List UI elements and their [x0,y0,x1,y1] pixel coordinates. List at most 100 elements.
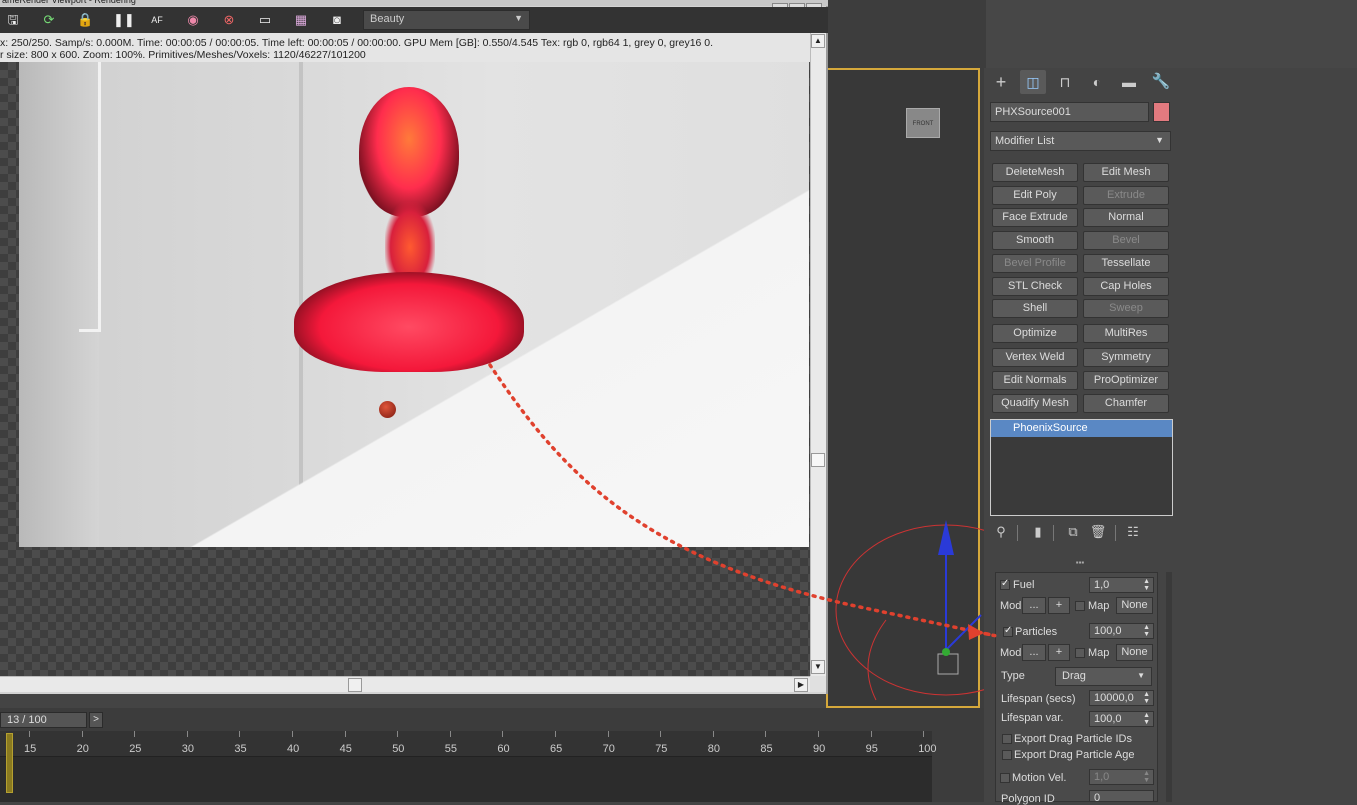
modifier-button-stl-check[interactable]: STL Check [992,277,1078,296]
viewcube[interactable]: FRONT [906,108,940,138]
frame-counter[interactable]: 13 / 100 [0,712,87,728]
modifier-button-multires[interactable]: MultiRes [1083,324,1169,343]
color-wheel-icon[interactable]: ◉ [185,12,201,28]
time-slider[interactable] [6,733,13,793]
motion-vel-label: Motion Vel. [1012,772,1067,784]
bust-shoulders [294,272,524,372]
pause-icon[interactable]: ❚❚ [113,12,135,28]
fuel-spinner[interactable]: 1,0 ▲ ▼ [1089,577,1154,593]
modifier-button-deletemesh[interactable]: DeleteMesh [992,163,1078,182]
rollout-scrollbar[interactable] [1166,572,1172,802]
create-icon[interactable]: + [988,70,1014,94]
modifier-button-bevel[interactable]: Bevel [1083,231,1169,250]
vertical-scrollbar[interactable]: ▲ ▼ [810,33,826,676]
motion-vel-checkbox[interactable] [1000,773,1010,783]
object-name-field[interactable]: PHXSource001 [990,102,1149,122]
modifier-button-smooth[interactable]: Smooth [992,231,1078,250]
scroll-thumb[interactable] [811,453,825,467]
configure-sets-icon[interactable]: ☷ [1124,524,1142,542]
utilities-icon[interactable]: 🔧 [1148,70,1174,94]
modifier-button-sweep[interactable]: Sweep [1083,299,1169,318]
modifier-button-symmetry[interactable]: Symmetry [1083,348,1169,367]
next-frame-button[interactable]: > [89,712,103,728]
modifier-button-quadify-mesh[interactable]: Quadify Mesh [992,394,1078,413]
spinner-arrows-icon[interactable]: ▲ ▼ [1143,712,1150,726]
horizontal-scrollbar[interactable]: ▶ [0,676,810,692]
modifier-list-dropdown[interactable]: Modifier List ▼ [990,131,1171,151]
display-icon[interactable]: ▬ [1116,70,1142,94]
motion-icon[interactable]: ◐ [1084,70,1110,94]
particles-mod-add-button[interactable]: + [1048,644,1070,661]
tick-label: 15 [24,743,37,755]
modifier-button-tessellate[interactable]: Tessellate [1083,254,1169,273]
modify-icon[interactable]: ◫ [1020,70,1046,94]
spinner-arrows-icon[interactable]: ▲ ▼ [1143,770,1150,784]
modifier-button-edit-mesh[interactable]: Edit Mesh [1083,163,1169,182]
fuel-mod-add-button[interactable]: + [1048,597,1070,614]
scroll-down-icon[interactable]: ▼ [811,660,825,674]
scroll-right-icon[interactable]: ▶ [794,678,808,692]
tick-label: 40 [287,743,300,755]
hierarchy-icon[interactable]: ⊓ [1052,70,1078,94]
spinner-arrows-icon[interactable]: ▲ ▼ [1143,691,1150,705]
scroll-up-icon[interactable]: ▲ [811,34,825,48]
pin-stack-icon[interactable]: ⚲ [992,524,1010,542]
monitor-icon[interactable]: ▭ [257,12,273,28]
no-region-icon[interactable]: ⊗ [221,12,237,28]
fuel-map-checkbox[interactable] [1075,601,1085,611]
particles-map-checkbox[interactable] [1075,648,1085,658]
refresh-icon[interactable]: ⟳ [41,12,57,28]
window-buttons [772,0,826,9]
object-color-swatch[interactable] [1153,102,1170,122]
modifier-button-bevel-profile[interactable]: Bevel Profile [992,254,1078,273]
panel-grip[interactable]: ▪▪▪ [1072,558,1088,567]
render-canvas[interactable] [0,62,810,676]
hscroll-thumb[interactable] [348,678,362,692]
particles-checkbox[interactable] [1003,625,1013,637]
modifier-button-cap-holes[interactable]: Cap Holes [1083,277,1169,296]
tick-mark [712,731,714,737]
particles-map-label: Map [1088,647,1110,659]
show-end-result-icon[interactable]: ▮ [1029,524,1047,542]
modifier-button-extrude[interactable]: Extrude [1083,186,1169,205]
fuel-checkbox[interactable] [1000,578,1010,590]
af-icon[interactable]: AF [149,12,165,28]
ember-sphere [379,401,396,418]
polygon-id-spinner[interactable]: 0 [1089,790,1154,802]
lifespan-var-spinner[interactable]: 100,0 ▲ ▼ [1089,711,1154,727]
modifier-button-edit-poly[interactable]: Edit Poly [992,186,1078,205]
modifier-button-optimize[interactable]: Optimize [992,324,1078,343]
history-icon[interactable]: ▦ [293,12,309,28]
particles-map-button[interactable]: None [1116,644,1153,661]
remove-modifier-icon[interactable]: 🗑 [1089,524,1107,542]
export-age-checkbox[interactable] [1002,750,1012,760]
make-unique-icon[interactable]: ⧉ [1064,524,1082,542]
export-ids-checkbox[interactable] [1002,734,1012,744]
particles-mod-dots-button[interactable]: ... [1022,644,1046,661]
modifier-button-face-extrude[interactable]: Face Extrude [992,208,1078,227]
modifier-button-chamfer[interactable]: Chamfer [1083,394,1169,413]
camera-icon[interactable]: ◙ [329,12,345,28]
spinner-arrows-icon[interactable]: ▲ ▼ [1143,624,1150,638]
lock-icon[interactable]: 🔒 [77,12,93,28]
particle-type-dropdown[interactable]: Drag ▼ [1055,667,1152,686]
transform-gizmo[interactable] [826,500,986,710]
modifier-button-normal[interactable]: Normal [1083,208,1169,227]
fuel-mod-dots-button[interactable]: ... [1022,597,1046,614]
particles-spinner[interactable]: 100,0 ▲ ▼ [1089,623,1154,639]
channel-dropdown[interactable]: Beauty ▼ [363,10,530,30]
motion-vel-spinner[interactable]: 1,0 ▲ ▼ [1089,769,1154,785]
stack-item-phoenixsource[interactable]: PhoenixSource [991,420,1172,437]
modifier-button-edit-normals[interactable]: Edit Normals [992,371,1078,390]
lifespan-spinner[interactable]: 10000,0 ▲ ▼ [1089,690,1154,706]
particles-label: Particles [1015,626,1058,638]
chevron-down-icon: ▼ [1137,671,1145,680]
modifier-button-prooptimizer[interactable]: ProOptimizer [1083,371,1169,390]
spinner-arrows-icon[interactable]: ▲ ▼ [1143,578,1150,592]
fuel-map-button[interactable]: None [1116,597,1153,614]
modifier-button-vertex-weld[interactable]: Vertex Weld [992,348,1078,367]
modifier-button-shell[interactable]: Shell [992,299,1078,318]
tick-label: 90 [813,743,826,755]
resize-grip[interactable] [810,676,826,692]
save-icon[interactable]: 🖫 [5,12,21,28]
